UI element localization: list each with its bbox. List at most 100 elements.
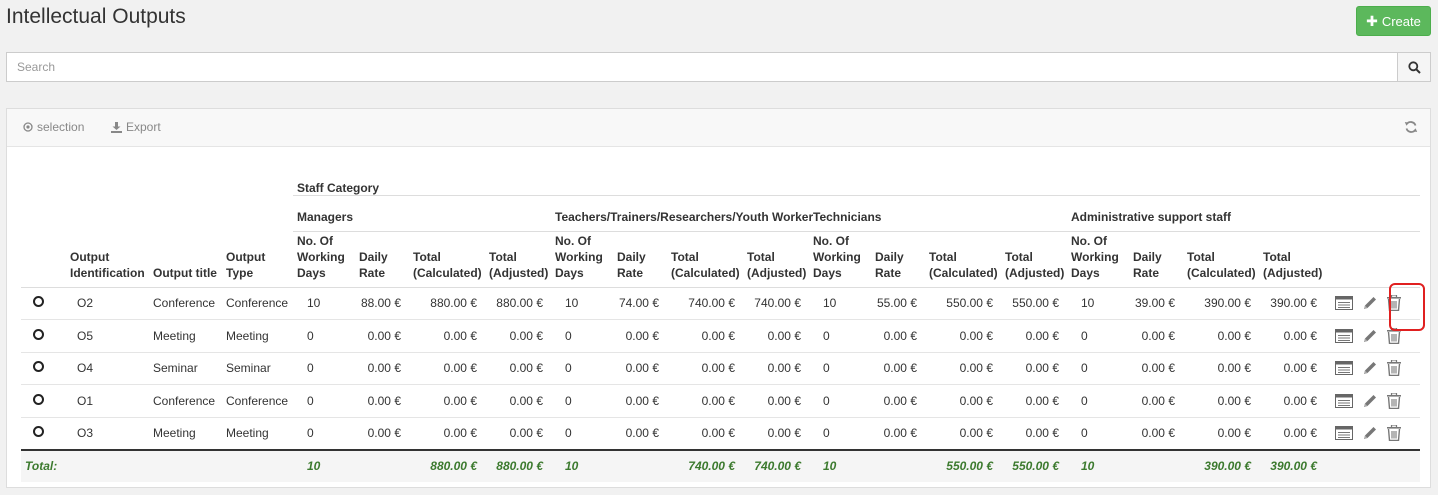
edit-pencil-icon[interactable] (1362, 360, 1378, 376)
column-header-g3-c2: Total (Calculated) (1183, 231, 1259, 288)
total-cell: 10 (293, 448, 355, 482)
search-input[interactable] (6, 52, 1397, 82)
details-icon[interactable] (1335, 328, 1353, 343)
output-id-cell: O1 (66, 384, 149, 418)
output-type-cell: Meeting (222, 417, 293, 450)
data-cell: 0.00 € (613, 417, 667, 450)
group-header-admin-staff: Administrative support staff (1067, 195, 1325, 232)
data-cell: 0.00 € (409, 417, 485, 450)
search-icon (1407, 60, 1421, 74)
search-button[interactable] (1397, 52, 1431, 82)
column-header-g3-c0: No. Of Working Days (1067, 231, 1129, 288)
data-cell: 39.00 € (1129, 287, 1183, 320)
data-cell: 0 (551, 319, 613, 353)
delete-trash-icon[interactable] (1387, 360, 1401, 377)
total-cell: 390.00 € (1183, 448, 1259, 482)
data-cell: 0.00 € (355, 384, 409, 418)
output-type-cell: Conference (222, 384, 293, 418)
row-select-radio[interactable] (33, 393, 44, 405)
data-cell: 0.00 € (409, 319, 485, 353)
row-select-radio[interactable] (33, 426, 44, 437)
create-button[interactable]: ✚ Create (1356, 6, 1431, 36)
output-type-cell: Meeting (222, 319, 293, 353)
output-id-cell: O4 (66, 352, 149, 385)
total-cell (1129, 448, 1183, 482)
data-cell: 0.00 € (925, 319, 1001, 353)
row-actions (1329, 327, 1416, 344)
output-title-cell: Conference (149, 384, 222, 418)
column-header-output-title: Output title (149, 231, 222, 288)
details-icon[interactable] (1335, 426, 1353, 440)
row-select-cell (21, 287, 66, 320)
row-actions (1329, 392, 1416, 409)
data-cell: 0.00 € (409, 352, 485, 385)
delete-trash-icon[interactable] (1387, 392, 1401, 409)
column-header-g2-c2: Total (Calculated) (925, 231, 1001, 288)
details-icon[interactable] (1335, 296, 1353, 311)
total-cell: 390.00 € (1259, 448, 1325, 482)
panel-toolbar: selection Export (7, 109, 1430, 147)
output-id-cell: O5 (66, 319, 149, 353)
refresh-button[interactable] (1404, 120, 1418, 137)
data-cell: 0.00 € (485, 384, 551, 418)
row-select-radio[interactable] (33, 328, 44, 340)
row-actions (1329, 360, 1416, 377)
data-cell: 0.00 € (409, 384, 485, 418)
selection-label: selection (37, 120, 85, 134)
delete-trash-icon[interactable] (1387, 295, 1401, 312)
edit-pencil-icon[interactable] (1362, 295, 1378, 311)
data-cell: 0 (809, 352, 871, 385)
table-row[interactable]: O4 Seminar Seminar 0 0.00 €0.00 €0.00 €0 0.00… (21, 352, 1421, 385)
table-row[interactable]: O5 Meeting Meeting 0 0.00 €0.00 €0.00 €0 0.00… (21, 319, 1421, 353)
column-header-g2-c0: No. Of Working Days (809, 231, 871, 288)
row-select-cell (21, 417, 66, 450)
row-select-radio[interactable] (33, 361, 44, 373)
data-cell: 0 (293, 384, 355, 418)
column-header-output-type: Output Type (222, 231, 293, 288)
export-button[interactable]: Export (111, 120, 161, 134)
delete-trash-icon[interactable] (1387, 425, 1401, 441)
data-cell: 0.00 € (667, 319, 743, 353)
data-cell: 0 (1067, 352, 1129, 385)
data-cell: 0.00 € (1001, 352, 1067, 385)
column-header-g1-c3: Total (Adjusted) (743, 231, 809, 288)
row-actions-cell (1325, 319, 1421, 353)
data-cell: 0.00 € (485, 352, 551, 385)
details-icon[interactable] (1335, 393, 1353, 408)
data-cell: 10 (293, 287, 355, 320)
total-cell: 10 (809, 448, 871, 482)
data-cell: 0 (293, 417, 355, 450)
data-cell: 0.00 € (355, 417, 409, 450)
data-cell: 0.00 € (743, 417, 809, 450)
select-column-header (21, 231, 66, 288)
table-row[interactable]: O2 Conference Conference 10 88.00 €880.00 €8… (21, 287, 1421, 320)
delete-trash-icon[interactable] (1387, 327, 1401, 344)
edit-pencil-icon[interactable] (1362, 393, 1378, 409)
output-type-cell: Conference (222, 287, 293, 320)
data-cell: 74.00 € (613, 287, 667, 320)
export-label: Export (126, 120, 161, 134)
row-select-radio[interactable] (33, 296, 44, 308)
total-cell (871, 448, 925, 482)
details-icon[interactable] (1335, 361, 1353, 376)
selection-button[interactable]: selection (23, 120, 84, 134)
column-header-g2-c3: Total (Adjusted) (1001, 231, 1067, 288)
row-actions-cell (1325, 352, 1421, 385)
row-actions-cell (1325, 384, 1421, 418)
edit-pencil-icon[interactable] (1362, 328, 1378, 344)
data-cell: 0.00 € (1183, 319, 1259, 353)
edit-pencil-icon[interactable] (1362, 425, 1378, 441)
data-cell: 0 (809, 384, 871, 418)
data-cell: 0.00 € (743, 319, 809, 353)
download-icon (111, 121, 122, 133)
data-cell: 0.00 € (743, 352, 809, 385)
table-row[interactable]: O3 Meeting Meeting 0 0.00 €0.00 €0.00 €0 0.00… (21, 417, 1421, 450)
row-actions (1329, 425, 1416, 441)
data-cell: 88.00 € (355, 287, 409, 320)
data-cell: 0 (293, 352, 355, 385)
data-cell: 0.00 € (1001, 319, 1067, 353)
data-cell: 0.00 € (1129, 352, 1183, 385)
column-header-g3-c3: Total (Adjusted) (1259, 231, 1325, 288)
table-row[interactable]: O1 Conference Conference 0 0.00 €0.00 €0.00 … (21, 384, 1421, 418)
data-cell: 0 (551, 417, 613, 450)
